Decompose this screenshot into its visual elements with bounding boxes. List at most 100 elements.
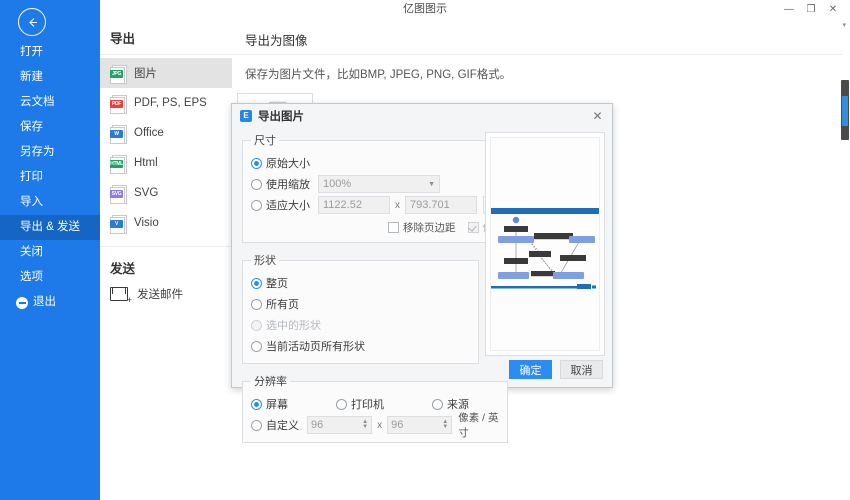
scrollbar-thumb[interactable]	[842, 96, 848, 126]
close-icon[interactable]: ✕	[589, 107, 606, 124]
radio-original-size-label: 原始大小	[266, 158, 310, 170]
checkbox-remove-margin[interactable]	[388, 222, 399, 233]
sidebar-item-exit-label: 退出	[33, 296, 56, 308]
shape-option-all-pages[interactable]: 所有页	[251, 294, 470, 314]
sidebar-menu: 打开 新建 云文档 保存 另存为 打印 导入 导出 & 发送 关闭 选项 退出	[0, 40, 100, 315]
radio-selected-shapes-label: 选中的形状	[266, 320, 321, 332]
sidebar-item-open[interactable]: 打开	[0, 40, 100, 65]
send-mail-label: 发送邮件	[137, 289, 183, 301]
svg-tag: SVG	[110, 189, 123, 198]
visio-file-icon: V	[110, 214, 127, 234]
radio-use-scale[interactable]	[251, 178, 262, 190]
backstage-sidebar: 打开 新建 云文档 保存 另存为 打印 导入 导出 & 发送 关闭 选项 退出	[0, 0, 100, 500]
radio-fit-size-label: 适应大小	[266, 200, 310, 212]
height-input[interactable]: 793.701	[405, 196, 477, 214]
scale-select[interactable]: 100% ▼	[318, 175, 440, 193]
radio-custom-dpi[interactable]	[251, 419, 262, 431]
close-button[interactable]: ✕	[822, 1, 844, 17]
html-file-icon: HTML	[110, 154, 127, 174]
radio-fit-size[interactable]	[251, 199, 262, 211]
dialog-title-bar: E 导出图片 ✕	[232, 104, 612, 128]
scale-select-value: 100%	[323, 178, 352, 190]
ok-button[interactable]: 确定	[509, 360, 552, 379]
radio-source[interactable]	[432, 398, 443, 410]
radio-screen[interactable]	[251, 398, 262, 410]
height-input-value: 793.701	[410, 199, 450, 211]
dialog-body: 尺寸 原始大小 使用缩放 100% ▼ 适应大小 1122.52 x 793.7…	[232, 128, 612, 443]
window-title: 亿图图示	[403, 3, 447, 15]
divider	[100, 54, 232, 55]
shape-option-active-page-shapes[interactable]: 当前活动页所有形状	[251, 336, 470, 356]
sidebar-item-cloud[interactable]: 云文档	[0, 90, 100, 115]
send-mail-item[interactable]: 发送邮件	[110, 286, 183, 305]
format-list: JPG 图片 PDF PDF, PS, EPS W Office HTML Ht…	[100, 58, 232, 238]
stepper-arrows-icon[interactable]: ▲ ▼	[362, 419, 368, 430]
cancel-button[interactable]: 取消	[560, 360, 603, 379]
resolution-group: 分辨率 屏幕 打印机 来源 自定义 96 ▲ ▼ x 96 ▲ ▼ 像素 / 英…	[242, 373, 508, 443]
html-tag: HTML	[110, 159, 123, 168]
format-item-image[interactable]: JPG 图片	[100, 58, 232, 88]
chevron-down-icon: ▼	[428, 180, 435, 188]
format-item-html[interactable]: HTML Html	[100, 148, 232, 178]
sidebar-item-save[interactable]: 保存	[0, 115, 100, 140]
sidebar-item-new[interactable]: 新建	[0, 65, 100, 90]
format-item-svg[interactable]: SVG SVG	[100, 178, 232, 208]
width-input-value: 1122.52	[323, 199, 362, 211]
sidebar-item-save-as[interactable]: 另存为	[0, 140, 100, 165]
radio-printer[interactable]	[336, 398, 347, 410]
stepper-arrows-icon[interactable]: ▲ ▼	[442, 419, 448, 430]
dpi-separator: x	[377, 419, 383, 431]
radio-selected-shapes	[251, 319, 262, 331]
divider	[232, 54, 842, 55]
svg-file-icon: SVG	[110, 184, 127, 204]
dialog-title: 导出图片	[258, 111, 304, 123]
back-button[interactable]	[18, 8, 46, 36]
sidebar-item-close[interactable]: 关闭	[0, 240, 100, 265]
checkbox-remove-margin-label: 移除页边距	[403, 222, 456, 234]
page-title: 导出为图像	[245, 34, 308, 48]
width-input[interactable]: 1122.52	[318, 196, 390, 214]
radio-printer-label: 打印机	[351, 399, 384, 411]
dpi-x-input[interactable]: 96 ▲ ▼	[307, 416, 373, 434]
radio-all-pages[interactable]	[251, 298, 262, 310]
radio-screen-label: 屏幕	[266, 399, 288, 411]
shape-group: 形状 整页 所有页 选中的形状 当前活动页所有形状	[242, 252, 479, 364]
radio-use-scale-label: 使用缩放	[266, 179, 310, 191]
format-item-pdf-label: PDF, PS, EPS	[134, 97, 207, 109]
export-image-dialog: E 导出图片 ✕ 尺寸 原始大小 使用缩放 100% ▼ 适应大小 1122.5…	[231, 103, 613, 443]
sidebar-item-export-send[interactable]: 导出 & 发送	[0, 215, 100, 240]
shape-option-whole-page[interactable]: 整页	[251, 273, 470, 293]
dpi-y-value: 96	[391, 419, 404, 431]
sidebar-item-options[interactable]: 选项	[0, 265, 100, 290]
mail-icon	[110, 287, 132, 305]
restore-button[interactable]: ❐	[800, 1, 822, 17]
chevron-down-icon[interactable]: ▾	[842, 21, 846, 29]
format-item-html-label: Html	[134, 157, 158, 169]
radio-active-page-shapes-label: 当前活动页所有形状	[266, 341, 365, 353]
resolution-custom-row: 自定义 96 ▲ ▼ x 96 ▲ ▼ 像素 / 英寸	[251, 412, 499, 439]
dpi-y-input[interactable]: 96 ▲ ▼	[387, 416, 453, 434]
sidebar-item-import[interactable]: 导入	[0, 190, 100, 215]
radio-original-size[interactable]	[251, 157, 262, 169]
page-description: 保存为图片文件，比如BMP, JPEG, PNG, GIF格式。	[245, 69, 512, 81]
visio-tag: V	[110, 219, 123, 228]
format-item-pdf[interactable]: PDF PDF, PS, EPS	[100, 88, 232, 118]
format-item-visio[interactable]: V Visio	[100, 208, 232, 238]
radio-all-pages-label: 所有页	[266, 299, 299, 311]
format-item-office[interactable]: W Office	[100, 118, 232, 148]
radio-whole-page[interactable]	[251, 277, 262, 289]
app-logo-icon: E	[240, 110, 252, 122]
radio-active-page-shapes[interactable]	[251, 340, 262, 352]
back-arrow-icon	[28, 17, 37, 27]
preview-pane	[485, 132, 605, 356]
resolution-group-legend: 分辨率	[254, 376, 287, 388]
minimize-button[interactable]: —	[778, 1, 800, 17]
radio-custom-dpi-label: 自定义	[266, 420, 299, 432]
jpg-file-icon: JPG	[110, 64, 127, 84]
sidebar-item-exit[interactable]: 退出	[0, 290, 100, 315]
sidebar-item-print[interactable]: 打印	[0, 165, 100, 190]
divider	[100, 246, 232, 247]
vertical-scrollbar[interactable]	[841, 80, 849, 140]
dimension-separator: x	[395, 199, 400, 211]
shape-group-legend: 形状	[254, 255, 276, 267]
